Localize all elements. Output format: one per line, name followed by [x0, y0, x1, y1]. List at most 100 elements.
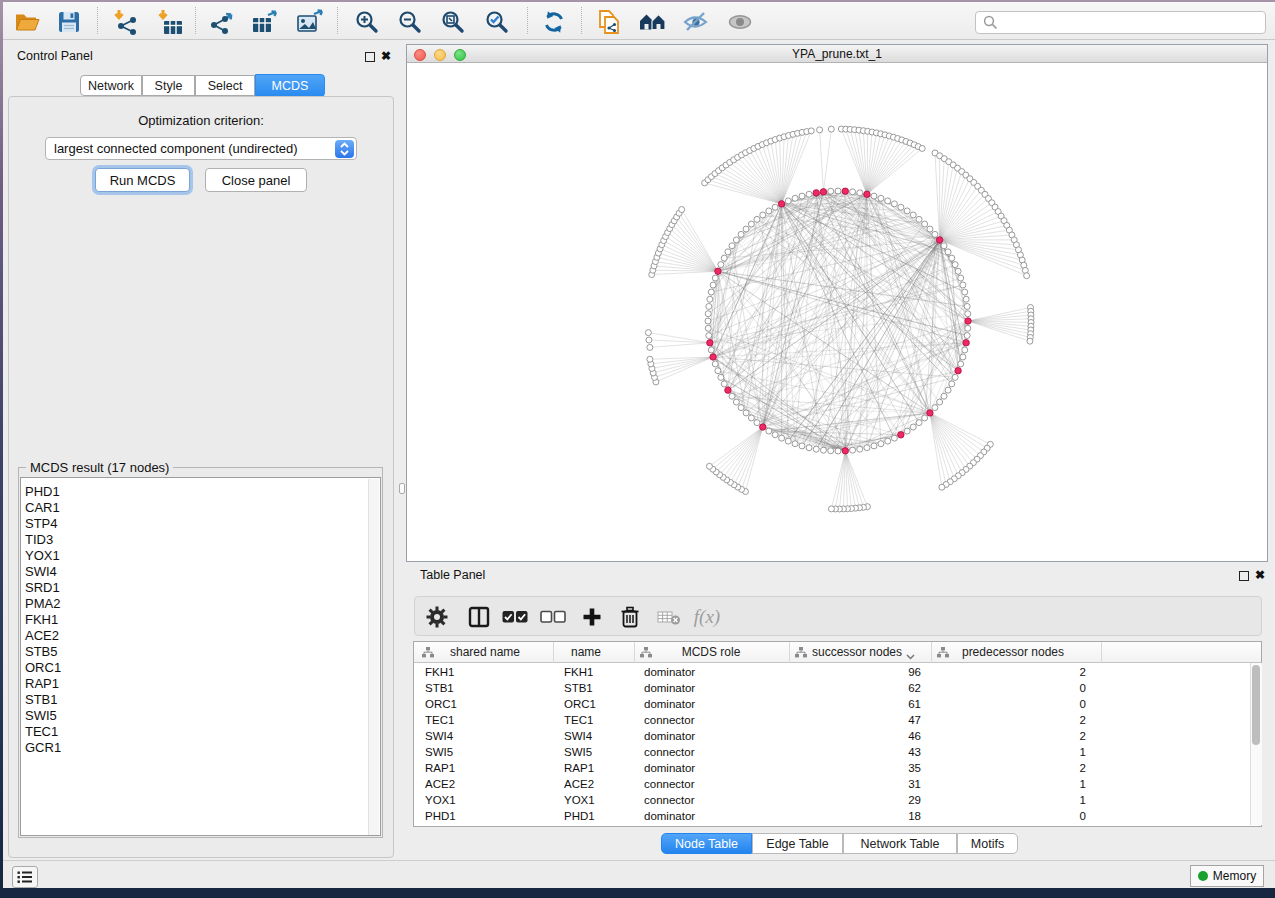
- task-history-button[interactable]: [12, 866, 38, 888]
- mcds-result-item[interactable]: GCR1: [21, 740, 380, 756]
- graph-node[interactable]: [738, 405, 744, 411]
- graph-node[interactable]: [721, 381, 727, 387]
- graph-node[interactable]: [891, 435, 897, 441]
- control-panel-float-icon[interactable]: [365, 52, 375, 62]
- graph-node[interactable]: [754, 216, 760, 222]
- graph-leaf-node[interactable]: [1024, 273, 1030, 279]
- tab-network[interactable]: Network: [80, 75, 142, 96]
- graph-hub-node[interactable]: [725, 387, 731, 393]
- table-row[interactable]: SWI4SWI4dominator462: [414, 728, 1261, 744]
- close-panel-button[interactable]: Close panel: [205, 168, 307, 192]
- graph-node[interactable]: [922, 415, 928, 421]
- graph-node[interactable]: [705, 311, 711, 317]
- graph-node[interactable]: [779, 435, 785, 441]
- graph-node[interactable]: [799, 193, 805, 199]
- graph-node[interactable]: [828, 188, 834, 194]
- tab-motifs[interactable]: Motifs: [957, 833, 1018, 854]
- node-table-header[interactable]: shared namenameMCDS rolesuccessor nodesp…: [414, 642, 1261, 663]
- panel-divider-handle[interactable]: [399, 483, 405, 494]
- import-network-icon[interactable]: [111, 8, 141, 36]
- zoom-selected-icon[interactable]: [482, 8, 512, 36]
- graph-node[interactable]: [835, 448, 841, 454]
- graph-node[interactable]: [952, 374, 958, 380]
- graph-node[interactable]: [964, 303, 970, 309]
- graph-hub-node[interactable]: [707, 340, 713, 346]
- graph-hub-node[interactable]: [936, 237, 942, 243]
- graph-node[interactable]: [729, 393, 735, 399]
- graph-node[interactable]: [828, 448, 834, 454]
- mcds-result-item[interactable]: SRD1: [21, 580, 380, 596]
- graph-node[interactable]: [922, 221, 928, 227]
- tab-style[interactable]: Style: [142, 75, 195, 96]
- column-header-name[interactable]: name: [526, 642, 646, 663]
- graph-node[interactable]: [706, 303, 712, 309]
- graph-node[interactable]: [904, 428, 910, 434]
- mcds-result-item[interactable]: PMA2: [21, 596, 380, 612]
- graph-node[interactable]: [733, 399, 739, 405]
- graph-node[interactable]: [718, 262, 724, 268]
- mcds-result-item[interactable]: TEC1: [21, 724, 380, 740]
- graph-node[interactable]: [712, 275, 718, 281]
- graph-node[interactable]: [932, 405, 938, 411]
- mcds-result-item[interactable]: RAP1: [21, 676, 380, 692]
- graph-node[interactable]: [904, 208, 910, 214]
- graph-node[interactable]: [748, 415, 754, 421]
- graph-node[interactable]: [772, 204, 778, 210]
- graph-leaf-node[interactable]: [679, 207, 685, 213]
- search-input[interactable]: [975, 11, 1266, 34]
- mcds-result-item[interactable]: ORC1: [21, 660, 380, 676]
- graph-node[interactable]: [878, 195, 884, 201]
- graph-hub-node[interactable]: [760, 424, 766, 430]
- table-row[interactable]: RAP1RAP1dominator352: [414, 760, 1261, 776]
- graph-node[interactable]: [799, 443, 805, 449]
- clone-network-icon[interactable]: [594, 8, 624, 36]
- column-divider[interactable]: [789, 642, 790, 663]
- graph-hub-node[interactable]: [715, 268, 721, 274]
- graph-node[interactable]: [965, 311, 971, 317]
- export-table-icon[interactable]: [250, 8, 280, 36]
- graph-node[interactable]: [792, 195, 798, 201]
- tab-node-table[interactable]: Node Table: [661, 833, 752, 854]
- mcds-result-item[interactable]: TID3: [21, 532, 380, 548]
- graph-hub-node[interactable]: [842, 188, 848, 194]
- graph-node[interactable]: [772, 432, 778, 438]
- zoom-out-icon[interactable]: [395, 8, 425, 36]
- table-row[interactable]: ACE2ACE2connector311: [414, 776, 1261, 792]
- create-column-plus-icon[interactable]: [578, 604, 606, 630]
- graph-node[interactable]: [743, 410, 749, 416]
- graph-node[interactable]: [857, 190, 863, 196]
- graph-node[interactable]: [835, 188, 841, 194]
- mcds-result-item[interactable]: CAR1: [21, 500, 380, 516]
- graph-leaf-node[interactable]: [647, 344, 653, 350]
- run-mcds-button[interactable]: Run MCDS: [95, 168, 190, 192]
- sort-chevron-icon[interactable]: [906, 649, 915, 663]
- open-file-icon[interactable]: [12, 8, 42, 36]
- graph-hub-node[interactable]: [963, 340, 969, 346]
- mcds-result-item[interactable]: YOX1: [21, 548, 380, 564]
- home-networks-icon[interactable]: [638, 8, 668, 36]
- table-scrollbar-thumb[interactable]: [1252, 665, 1260, 745]
- control-panel-close-icon[interactable]: ✖: [381, 49, 391, 63]
- optimization-criterion-select[interactable]: largest connected component (undirected): [45, 137, 357, 160]
- mcds-result-item[interactable]: STB1: [21, 692, 380, 708]
- graph-node[interactable]: [710, 282, 716, 288]
- column-header-predecessor-nodes[interactable]: predecessor nodes: [953, 642, 1073, 663]
- graph-node[interactable]: [748, 221, 754, 227]
- graph-hub-node[interactable]: [898, 432, 904, 438]
- graph-node[interactable]: [712, 361, 718, 367]
- graph-node[interactable]: [708, 289, 714, 295]
- graph-node[interactable]: [785, 438, 791, 444]
- graph-node[interactable]: [820, 447, 826, 453]
- graph-node[interactable]: [707, 296, 713, 302]
- graph-leaf-node[interactable]: [645, 330, 651, 336]
- graph-hub-node[interactable]: [778, 201, 784, 207]
- import-table-icon[interactable]: [155, 8, 185, 36]
- graph-node[interactable]: [721, 255, 727, 261]
- show-column-panel-icon[interactable]: [465, 604, 493, 630]
- graph-node[interactable]: [945, 249, 951, 255]
- table-panel-float-icon[interactable]: [1239, 571, 1249, 581]
- tab-mcds[interactable]: MCDS: [255, 74, 325, 97]
- graph-leaf-node[interactable]: [646, 337, 652, 343]
- graph-node[interactable]: [706, 333, 712, 339]
- graph-hub-node[interactable]: [965, 318, 971, 324]
